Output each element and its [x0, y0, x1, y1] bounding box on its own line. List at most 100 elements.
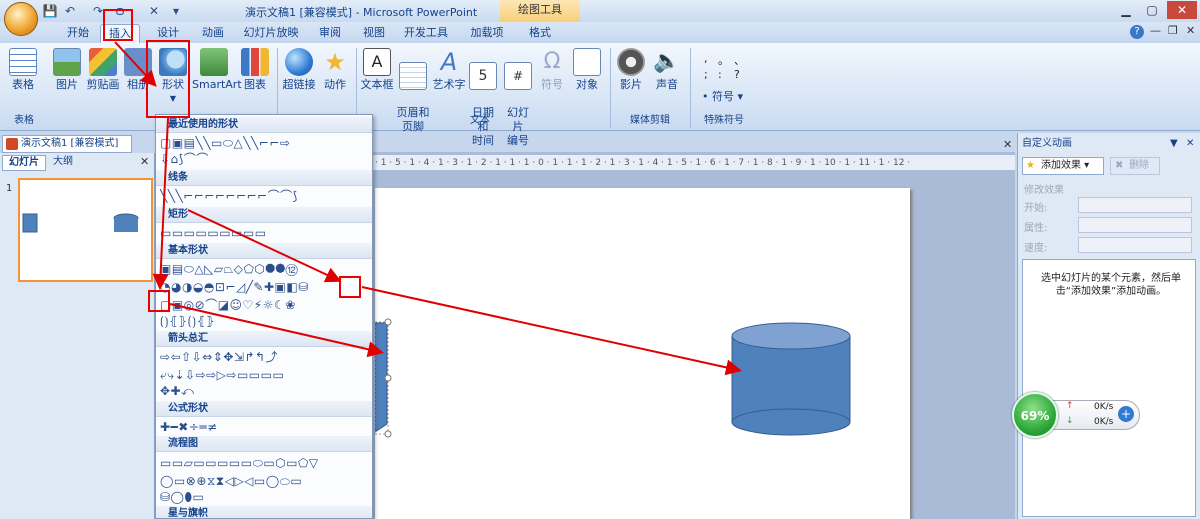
window-controls: ▁ ▢ ✕	[1115, 0, 1200, 20]
ribbon-separator	[690, 48, 691, 128]
ribbon-restore-icon[interactable]: ❐	[1168, 24, 1178, 37]
tab-developer[interactable]: 开发工具	[400, 24, 452, 42]
slide-thumbnail[interactable]	[18, 178, 153, 282]
tab-home[interactable]: 开始	[60, 24, 96, 42]
slide-number-icon: #	[504, 62, 532, 90]
calendar-icon: 5	[469, 62, 497, 90]
shapes-dropdown-menu: 最近使用的形状 ▢▣▤╲╲▭⬭△╲╲⌐⌐⇨ ⇩⌂⟆⌒⌒ 线条 ╲╲╲⌐⌐⌐⌐⌐⌐…	[155, 114, 373, 519]
close-small-icon[interactable]: ✕	[146, 3, 162, 19]
symbol-button[interactable]: Ω 符号	[538, 48, 566, 92]
minimize-icon[interactable]: ▁	[1115, 1, 1137, 19]
slide-canvas[interactable]	[375, 188, 910, 519]
animation-list[interactable]: 选中幻灯片的某个元素，然后单击“添加效果”添加动画。	[1022, 259, 1196, 517]
thumb-cube	[22, 213, 38, 233]
animation-hint: 选中幻灯片的某个元素，然后单击“添加效果”添加动画。	[1041, 273, 1181, 297]
movie-button[interactable]: 影片	[616, 48, 646, 92]
section-flowchart: 流程图	[156, 436, 372, 452]
shapes-row[interactable]: ⇨⇦⇧⇩⇔⇕✥⇲↱↰⤴	[160, 349, 370, 365]
clipart-icon	[89, 48, 117, 76]
customize-qat-icon[interactable]: ▾	[168, 3, 184, 19]
shapes-row[interactable]: ⤶⤷⇣⇩⇨⇨▷⇨▭▭▭▭	[160, 367, 370, 383]
speaker-icon: 🔈	[653, 49, 681, 74]
section-arrows: 箭头总汇	[156, 331, 372, 347]
add-effect-button[interactable]: ★ 添加效果 ▾	[1022, 157, 1104, 175]
net-speed-widget[interactable]: 69% ↑ 0K/s ↓ 0K/s +	[1012, 392, 1142, 438]
picture-button[interactable]: 图片	[52, 48, 82, 92]
ribbon-close-icon[interactable]: ✕	[1186, 24, 1195, 37]
speed-dropdown[interactable]	[1078, 237, 1192, 253]
slide-shapes	[375, 318, 851, 438]
remove-button[interactable]: ✖ 删除	[1110, 157, 1160, 175]
highlight-can-shape	[339, 276, 361, 298]
clipart-button[interactable]: 剪贴画	[86, 48, 120, 92]
smartart-icon	[200, 48, 228, 76]
chart-button[interactable]: 图表	[240, 48, 270, 92]
section-lines: 线条	[156, 170, 372, 186]
header-footer-icon	[399, 62, 427, 90]
ribbon-help-icon[interactable]: ?	[1130, 25, 1144, 39]
ribbon-minimize-icon[interactable]: —	[1150, 24, 1161, 37]
header-footer-button[interactable]: 页眉和 页脚	[396, 48, 430, 134]
tab-format[interactable]: 格式	[522, 24, 558, 42]
shapes-row[interactable]: ✚━✖÷═≠	[160, 419, 370, 435]
tab-view[interactable]: 视图	[356, 24, 392, 42]
tab-animation[interactable]: 动画	[195, 24, 231, 42]
shapes-row[interactable]: ▭▭▭▭▭▭▭▭▭	[160, 225, 370, 241]
cylinder-top	[731, 322, 851, 350]
wordart-button[interactable]: A 艺术字	[432, 48, 466, 92]
shapes-row[interactable]: ⇩⌂⟆⌒⌒	[160, 151, 370, 167]
tab-review[interactable]: 审阅	[312, 24, 348, 42]
cylinder-bottom	[731, 408, 851, 436]
tab-slides[interactable]: 幻灯片	[2, 155, 46, 171]
shapes-row[interactable]: ╲╲╲⌐⌐⌐⌐⌐⌐⌐⌐⌒⌒⟆	[160, 188, 370, 204]
slide-area-close-icon[interactable]: ✕	[1003, 138, 1012, 151]
shapes-row[interactable]: ▭▭▱▭▭▭▭▭⬭▭⬡▭⬠▽	[160, 455, 370, 471]
omega-icon: Ω	[543, 49, 561, 74]
action-button[interactable]: ★ 动作	[320, 48, 350, 92]
window-title: 演示文稿1 [兼容模式] - Microsoft PowerPoint	[245, 6, 478, 19]
tab-outline[interactable]: 大纲	[48, 155, 78, 171]
office-button[interactable]	[4, 2, 38, 36]
pane-header: 自定义动画 ▼ ✕	[1018, 135, 1200, 153]
smartart-button[interactable]: SmartArt	[192, 48, 242, 92]
panel-close-icon[interactable]: ✕	[140, 155, 149, 168]
symbol-gallery[interactable]: , 。 、 ; : ?	[700, 52, 750, 86]
document-tab[interactable]: 演示文稿1 [兼容模式]	[2, 135, 132, 153]
group-label-media: 媒体剪辑	[630, 115, 670, 126]
upload-speed: 0K/s	[1094, 402, 1114, 412]
expand-plus-icon[interactable]: +	[1118, 406, 1134, 422]
upload-arrow-icon: ↑	[1066, 401, 1074, 411]
section-stars-banners: 星与旗帜	[156, 506, 372, 518]
start-dropdown[interactable]	[1078, 197, 1192, 213]
pane-close-icon[interactable]: ✕	[1186, 135, 1194, 153]
symbol-dropdown[interactable]: • 符号 ▾	[702, 88, 743, 104]
shapes-row[interactable]: ◯▭⊗⊕⧖⧗◁▷◁▭◯⬭▭	[160, 473, 370, 489]
maximize-icon[interactable]: ▢	[1141, 1, 1163, 19]
tab-addins[interactable]: 加载项	[465, 24, 509, 42]
shapes-row[interactable]: ✥✚⤺	[160, 383, 370, 399]
highlight-shapes-button	[146, 40, 190, 118]
undo-icon[interactable]: ↶	[62, 3, 78, 19]
textbox-button[interactable]: A 文本框	[360, 48, 394, 92]
group-label-table: 表格	[14, 115, 34, 126]
shapes-row[interactable]: ▣▤⬭△◺▱⏢◇⬠⬡⯃⯄⑫	[160, 261, 370, 277]
slide-number-button[interactable]: # 幻灯片 编号	[502, 48, 534, 148]
save-icon[interactable]: 💾	[42, 3, 58, 19]
datetime-button[interactable]: 5 日期和 时间	[468, 48, 498, 148]
shapes-row[interactable]: ▢▣◎⊘⌒◪☺♡⚡☼☾❀	[160, 297, 370, 313]
object-icon	[573, 48, 601, 76]
close-icon[interactable]: ✕	[1167, 1, 1197, 19]
tab-slideshow[interactable]: 幻灯片放映	[240, 24, 302, 42]
shapes-row[interactable]: ⛁◯⬮▭	[160, 489, 370, 505]
object-button[interactable]: 对象	[572, 48, 602, 92]
hyperlink-button[interactable]: 超链接	[282, 48, 316, 92]
table-button[interactable]: 表格	[8, 48, 38, 92]
shapes-row[interactable]: ⟮⟯⦃⦄⟮⟯⦃⦄	[160, 313, 370, 329]
chart-icon	[241, 48, 269, 76]
sound-button[interactable]: 🔈 声音	[652, 48, 682, 92]
shapes-row[interactable]: ▢▣▤╲╲▭⬭△╲╲⌐⌐⇨	[160, 135, 370, 151]
pane-menu-icon[interactable]: ▼	[1170, 135, 1178, 153]
thumb-cylinder-body	[114, 218, 138, 232]
start-label: 开始:	[1024, 203, 1048, 214]
property-dropdown[interactable]	[1078, 217, 1192, 233]
